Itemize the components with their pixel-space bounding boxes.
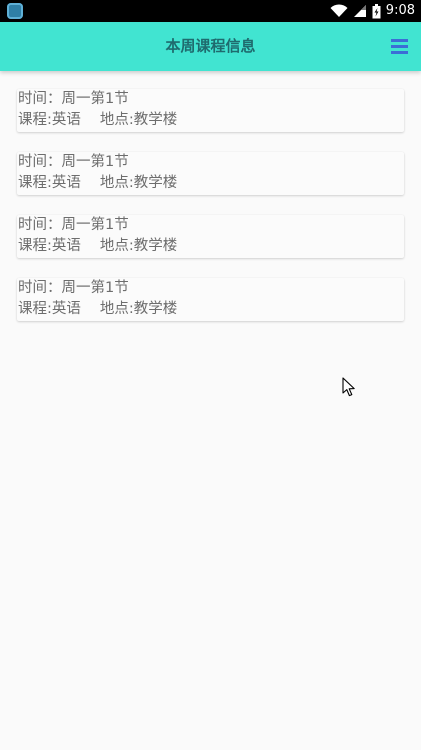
app-bar: 本周课程信息 [0, 22, 421, 71]
course-name: 课程:英语 [18, 112, 81, 128]
course-list: 时间：周一第1节 课程:英语 地点:教学楼 时间：周一第1节 课程:英语 地点:教学… [17, 89, 404, 341]
menu-button[interactable] [387, 34, 413, 58]
course-name: 课程:英语 [18, 238, 81, 254]
course-info-line: 课程:英语 地点:教学楼 [18, 173, 177, 193]
course-info-line: 课程:英语 地点:教学楼 [18, 299, 177, 319]
course-time: 时间：周一第1节 [18, 91, 129, 107]
course-card[interactable]: 时间：周一第1节 课程:英语 地点:教学楼 [17, 278, 404, 321]
status-time: 9:08 [385, 3, 415, 18]
status-bar: 9:08 [0, 0, 421, 22]
course-location: 地点:教学楼 [99, 238, 178, 254]
mouse-cursor-icon [342, 377, 355, 397]
course-name: 课程:英语 [18, 301, 81, 317]
course-time: 时间：周一第1节 [18, 154, 129, 170]
wifi-icon [330, 4, 348, 17]
course-info-line: 课程:英语 地点:教学楼 [18, 236, 177, 256]
course-card[interactable]: 时间：周一第1节 课程:英语 地点:教学楼 [17, 89, 404, 132]
hamburger-menu-icon [391, 39, 408, 54]
course-location: 地点:教学楼 [99, 301, 178, 317]
page-title: 本周课程信息 [165, 37, 256, 55]
course-time: 时间：周一第1节 [18, 217, 129, 233]
cellular-signal-icon [353, 5, 366, 17]
course-card[interactable]: 时间：周一第1节 课程:英语 地点:教学楼 [17, 215, 404, 258]
course-location: 地点:教学楼 [99, 112, 178, 128]
course-time: 时间：周一第1节 [18, 280, 129, 296]
course-info-line: 课程:英语 地点:教学楼 [18, 110, 177, 130]
app-notification-icon [7, 3, 23, 19]
battery-icon [372, 3, 381, 18]
course-location: 地点:教学楼 [99, 175, 178, 191]
course-name: 课程:英语 [18, 175, 81, 191]
status-icons: 9:08 [330, 3, 415, 19]
course-card[interactable]: 时间：周一第1节 课程:英语 地点:教学楼 [17, 152, 404, 195]
